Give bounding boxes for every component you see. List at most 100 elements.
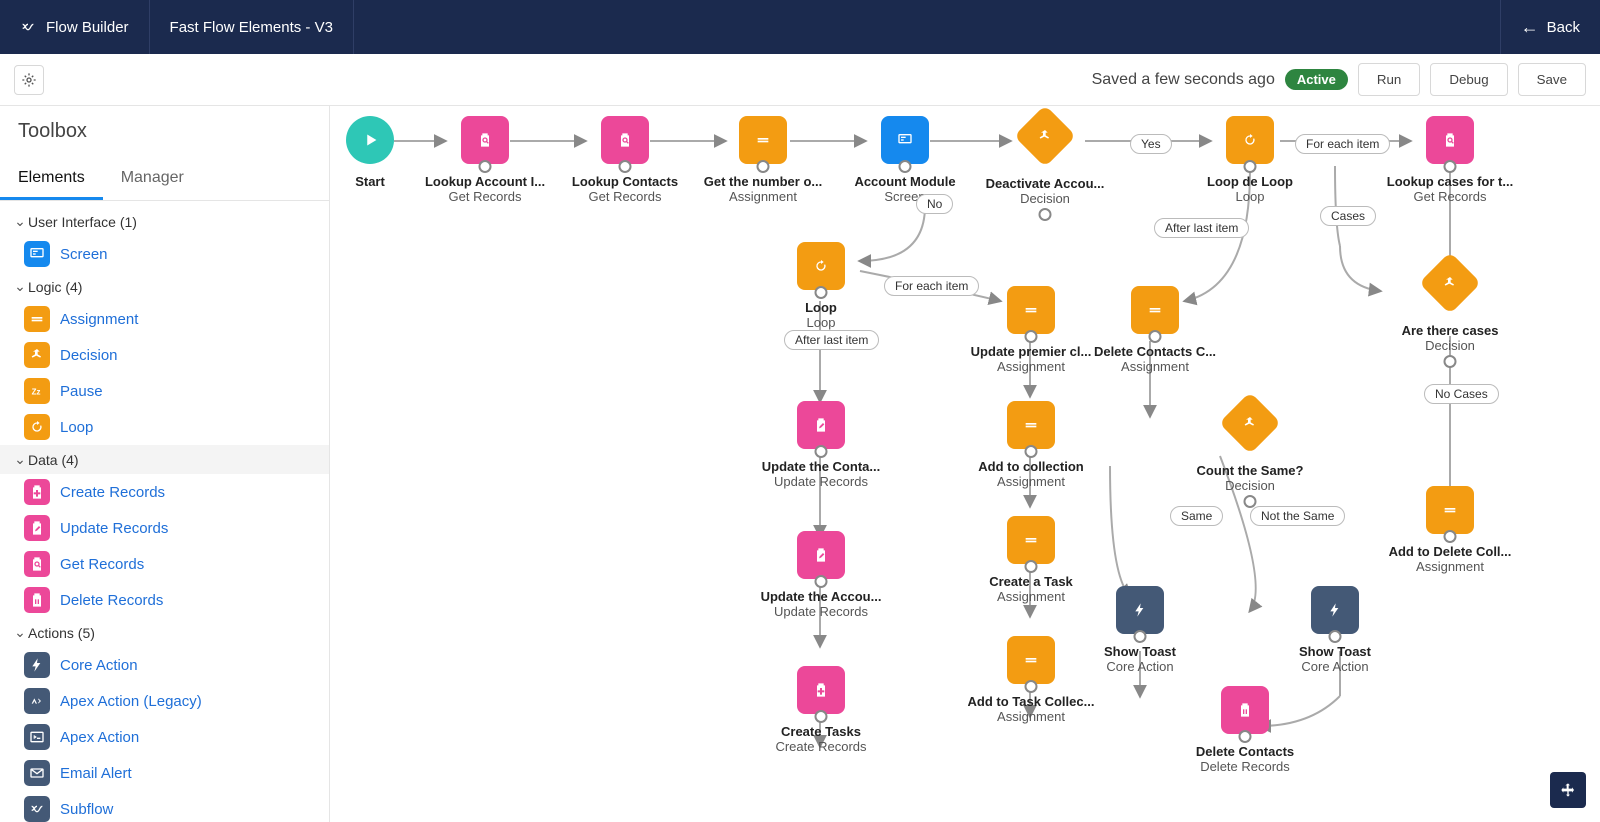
pause-icon [24, 378, 50, 404]
node-lookup-account[interactable]: Lookup Account I...Get Records [420, 116, 550, 204]
chevron-down-icon: ⌄ [12, 451, 28, 468]
decision-icon [1242, 415, 1258, 431]
item-pause[interactable]: Pause [0, 373, 329, 409]
group-data[interactable]: ⌄Data (4) [0, 445, 329, 474]
tag-foreach-1: For each item [884, 276, 979, 296]
connectors [330, 106, 1600, 822]
bolt-icon [1132, 602, 1148, 618]
toolbox-sidebar: Toolbox Elements Manager ⌄User Interface… [0, 106, 330, 822]
toolbox-title: Toolbox [0, 120, 329, 143]
item-create-records[interactable]: Create Records [0, 474, 329, 510]
item-apex-legacy[interactable]: Apex Action (Legacy) [0, 683, 329, 719]
node-create-tasks[interactable]: Create TasksCreate Records [756, 666, 886, 754]
tag-foreach-2: For each item [1295, 134, 1390, 154]
tag-nocases: No Cases [1424, 384, 1499, 404]
status-badge: Active [1285, 69, 1348, 90]
saved-status: Saved a few seconds ago [1092, 71, 1275, 89]
item-decision[interactable]: Decision [0, 337, 329, 373]
node-update-account[interactable]: Update the Accou...Update Records [756, 531, 886, 619]
node-get-number[interactable]: Get the number o...Assignment [698, 116, 828, 204]
node-lookup-contacts[interactable]: Lookup ContactsGet Records [560, 116, 690, 204]
item-apex[interactable]: Apex Action [0, 719, 329, 755]
tag-notsame: Not the Same [1250, 506, 1345, 526]
group-actions[interactable]: ⌄Actions (5) [0, 618, 329, 647]
node-update-contacts[interactable]: Update the Conta...Update Records [756, 401, 886, 489]
get-records-icon [477, 132, 493, 148]
toolbar: Saved a few seconds ago Active Run Debug… [0, 54, 1600, 106]
assignment-icon [1147, 302, 1163, 318]
item-loop[interactable]: Loop [0, 409, 329, 445]
assignment-icon [1023, 417, 1039, 433]
apex-legacy-icon [24, 688, 50, 714]
tag-cases: Cases [1320, 206, 1376, 226]
update-records-icon [813, 547, 829, 563]
loop-icon [813, 258, 829, 274]
apex-icon [24, 724, 50, 750]
create-records-icon [813, 682, 829, 698]
node-lookup-cases[interactable]: Lookup cases for t...Get Records [1385, 116, 1515, 204]
screen-icon [897, 132, 913, 148]
tag-afterlast-2: After last item [1154, 218, 1249, 238]
node-count-same[interactable]: Count the Same?Decision [1185, 401, 1315, 493]
node-are-cases[interactable]: Are there casesDecision [1385, 261, 1515, 353]
settings-button[interactable] [14, 65, 44, 95]
toolbox-tabs: Elements Manager [0, 159, 329, 201]
decision-icon [1037, 128, 1053, 144]
tab-elements[interactable]: Elements [0, 159, 103, 200]
loop-icon [1242, 132, 1258, 148]
node-update-premier[interactable]: Update premier cl...Assignment [966, 286, 1096, 374]
group-ui[interactable]: ⌄User Interface (1) [0, 207, 329, 236]
node-add-collection[interactable]: Add to collectionAssignment [966, 401, 1096, 489]
back-button[interactable]: ←Back [1500, 0, 1600, 54]
assignment-icon [1023, 652, 1039, 668]
assignment-icon [1023, 532, 1039, 548]
item-update-records[interactable]: Update Records [0, 510, 329, 546]
gear-icon [21, 72, 37, 88]
item-delete-records[interactable]: Delete Records [0, 582, 329, 618]
node-toast2[interactable]: Show ToastCore Action [1270, 586, 1400, 674]
flow-icon [20, 19, 36, 35]
node-loop-de-loop[interactable]: Loop de LoopLoop [1185, 116, 1315, 204]
screen-icon [24, 241, 50, 267]
pan-button[interactable] [1550, 772, 1586, 808]
item-subflow[interactable]: Subflow [0, 791, 329, 822]
assignment-icon [1023, 302, 1039, 318]
item-assignment[interactable]: Assignment [0, 301, 329, 337]
item-email[interactable]: Email Alert [0, 755, 329, 791]
chevron-down-icon: ⌄ [12, 278, 28, 295]
node-loop[interactable]: LoopLoop [756, 242, 886, 330]
chevron-down-icon: ⌄ [12, 213, 28, 230]
node-toast1[interactable]: Show ToastCore Action [1075, 586, 1205, 674]
node-delete-contacts[interactable]: Delete ContactsDelete Records [1180, 686, 1310, 774]
tag-afterlast-1: After last item [784, 330, 879, 350]
app-header: Flow Builder Fast Flow Elements - V3 ←Ba… [0, 0, 1600, 54]
tag-no: No [916, 194, 953, 214]
assignment-icon [24, 306, 50, 332]
node-add-delete-coll[interactable]: Add to Delete Coll...Assignment [1385, 486, 1515, 574]
debug-button[interactable]: Debug [1430, 63, 1507, 96]
tab-manager[interactable]: Manager [103, 159, 202, 200]
flow-canvas[interactable]: Start Lookup Account I...Get Records Loo… [330, 106, 1600, 822]
save-button[interactable]: Save [1518, 63, 1586, 96]
get-records-icon [24, 551, 50, 577]
item-screen[interactable]: Screen [0, 236, 329, 272]
node-delete-contacts-c[interactable]: Delete Contacts C...Assignment [1090, 286, 1220, 374]
group-logic[interactable]: ⌄Logic (4) [0, 272, 329, 301]
update-records-icon [813, 417, 829, 433]
delete-records-icon [1237, 702, 1253, 718]
chevron-down-icon: ⌄ [12, 624, 28, 641]
item-get-records[interactable]: Get Records [0, 546, 329, 582]
node-account-module[interactable]: Account ModuleScreen [840, 116, 970, 204]
loop-icon [24, 414, 50, 440]
get-records-icon [1442, 132, 1458, 148]
tag-same: Same [1170, 506, 1223, 526]
assignment-icon [1442, 502, 1458, 518]
back-arrow-icon: ← [1521, 17, 1539, 38]
update-records-icon [24, 515, 50, 541]
subflow-icon [24, 796, 50, 822]
app-title: Flow Builder [0, 0, 150, 54]
decision-icon [24, 342, 50, 368]
node-deactivate[interactable]: Deactivate Accou...Decision [980, 114, 1110, 206]
item-core-action[interactable]: Core Action [0, 647, 329, 683]
run-button[interactable]: Run [1358, 63, 1420, 96]
